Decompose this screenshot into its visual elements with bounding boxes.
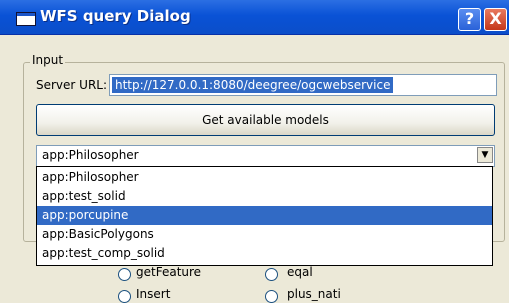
server-url-input[interactable]: http://127.0.0.1:8080/deegree/ogcwebserv…	[109, 74, 497, 96]
model-dropdown-list: app:Philosopher app:test_solid app:porcu…	[36, 166, 493, 266]
insert-radio[interactable]	[118, 290, 131, 303]
close-button[interactable]: X	[484, 8, 507, 31]
equal-label: eqal	[287, 265, 313, 279]
title-bar: WFS query Dialog ? X	[0, 0, 509, 35]
dropdown-option[interactable]: app:test_comp_solid	[37, 244, 492, 263]
plus-label: plus_nati	[287, 287, 341, 301]
getfeature-label: getFeature	[136, 265, 202, 279]
window-icon	[16, 12, 36, 26]
model-select-value: app:Philosopher	[42, 148, 139, 162]
equal-radio[interactable]	[265, 268, 278, 281]
model-select[interactable]: app:Philosopher ▼	[36, 145, 495, 167]
input-group-legend: Input	[30, 53, 66, 67]
window-title: WFS query Dialog	[40, 7, 191, 25]
plus-radio[interactable]	[265, 290, 278, 303]
server-url-label: Server URL:	[36, 78, 108, 92]
dropdown-option-highlighted[interactable]: app:porcupine	[37, 206, 492, 225]
dropdown-option[interactable]: app:test_solid	[37, 187, 492, 206]
insert-label: Insert	[136, 287, 171, 301]
chevron-down-icon[interactable]: ▼	[477, 147, 493, 163]
getfeature-radio[interactable]	[118, 268, 131, 281]
dropdown-option[interactable]: app:BasicPolygons	[37, 225, 492, 244]
server-url-value: http://127.0.0.1:8080/deegree/ogcwebserv…	[112, 77, 394, 93]
dropdown-option[interactable]: app:Philosopher	[37, 168, 492, 187]
get-available-models-button[interactable]: Get available models	[36, 104, 495, 136]
help-button[interactable]: ?	[458, 8, 481, 31]
